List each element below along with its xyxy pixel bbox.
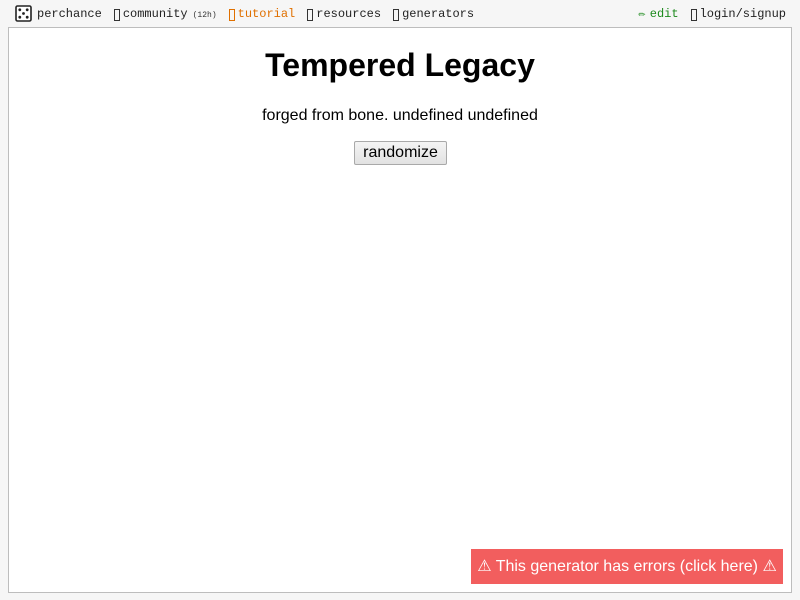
nav-perchance-label: perchance	[37, 7, 102, 21]
nav-left-group: perchance community (12h) tutorial resou…	[15, 4, 474, 24]
community-activity-badge: (12h)	[192, 10, 217, 20]
dice-icon	[15, 4, 32, 22]
nav-login-label: login/signup	[699, 7, 786, 21]
generators-icon	[393, 9, 400, 21]
nav-resources[interactable]: resources	[307, 4, 381, 24]
resources-icon	[307, 9, 314, 21]
nav-tutorial-label: tutorial	[237, 7, 296, 21]
nav-edit[interactable]: ✏ edit	[639, 4, 679, 24]
nav-login-signup[interactable]: login/signup	[690, 4, 786, 24]
nav-right-group: ✏ edit login/signup	[639, 4, 786, 24]
page-title: Tempered Legacy	[265, 47, 535, 83]
nav-generators-label: generators	[402, 7, 475, 21]
top-navigation-bar: perchance community (12h) tutorial resou…	[0, 0, 800, 28]
nav-edit-label: edit	[649, 7, 679, 21]
nav-community-label: community	[122, 7, 188, 21]
nav-community[interactable]: community (12h)	[113, 4, 217, 24]
generator-error-banner[interactable]: ⚠ This generator has errors (click here)…	[471, 549, 783, 584]
generated-output-text: forged from bone. undefined undefined	[262, 107, 538, 124]
randomize-button[interactable]: randomize	[354, 141, 447, 165]
nav-generators[interactable]: generators	[393, 4, 474, 24]
nav-tutorial[interactable]: tutorial	[228, 4, 296, 24]
generator-output-frame: Tempered Legacy forged from bone. undefi…	[8, 27, 792, 593]
login-icon	[690, 9, 697, 21]
community-icon	[113, 9, 120, 21]
nav-resources-label: resources	[316, 7, 382, 21]
nav-perchance-home[interactable]: perchance	[15, 4, 102, 24]
pencil-icon: ✏	[638, 6, 646, 21]
tutorial-icon	[228, 9, 235, 21]
